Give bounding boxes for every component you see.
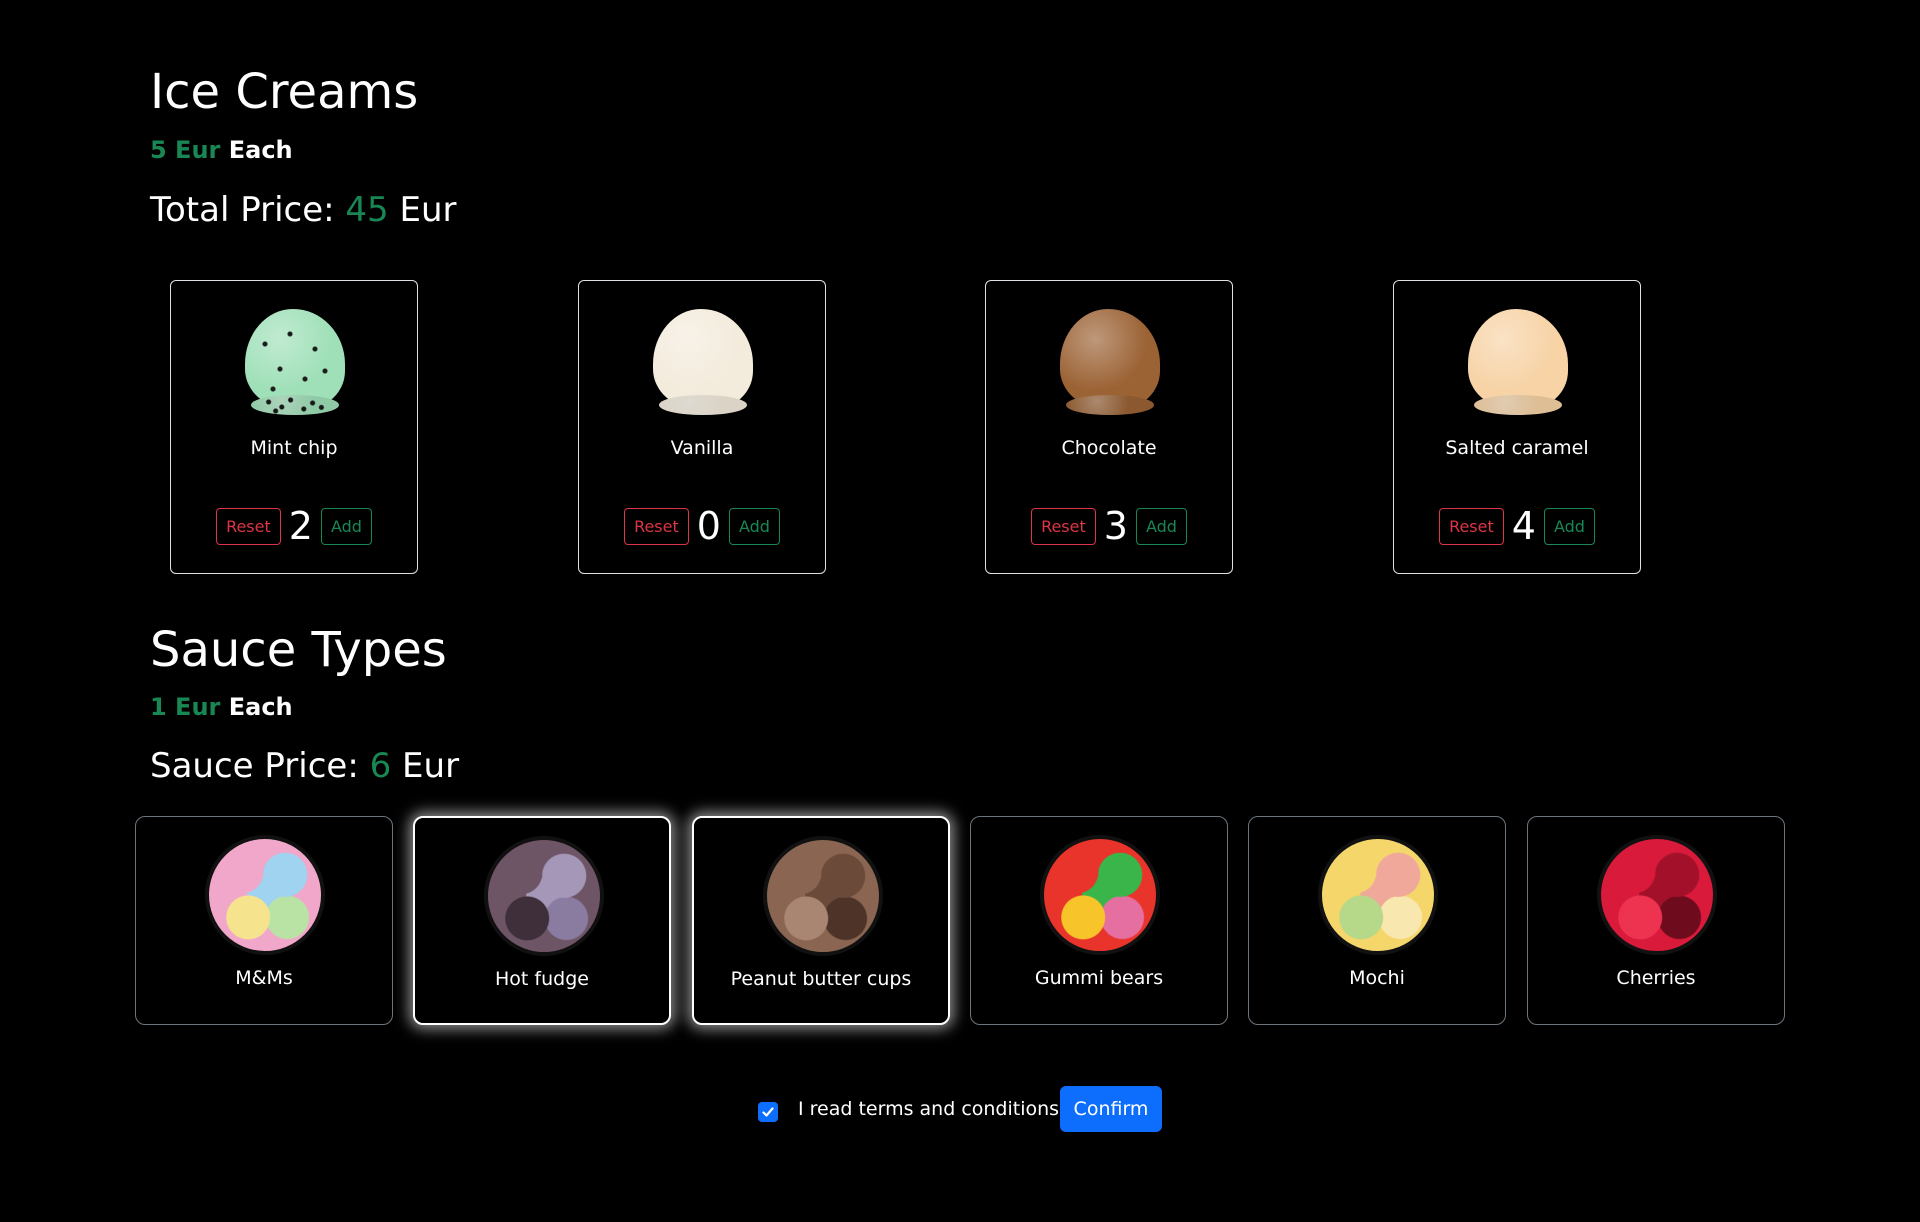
sauce-name: Hot fudge [495, 968, 589, 990]
sauce-image [205, 835, 325, 955]
ice-cream-card-mint-chip: Mint chip Reset 2 Add [170, 280, 418, 574]
ice-cream-controls: Reset 3 Add [986, 507, 1232, 545]
sauce-name: Mochi [1349, 967, 1405, 989]
ice-cream-card-vanilla: Vanilla Reset 0 Add [578, 280, 826, 574]
sauce-types-title: Sauce Types [150, 622, 447, 678]
quantity-value: 0 [696, 504, 721, 548]
sauce-total-price: Sauce Price: 6 Eur [150, 749, 459, 783]
ice-cream-name: Vanilla [670, 437, 734, 459]
ice-cream-unit-price: 5 Eur Each [150, 138, 293, 162]
add-button[interactable]: Add [320, 507, 372, 545]
sauce-unit-price-value: 1 Eur [150, 693, 221, 721]
ice-cream-total-value: 45 [345, 190, 389, 230]
ice-cream-scoop-image [653, 309, 753, 409]
add-button[interactable]: Add [728, 507, 780, 545]
terms-checkbox[interactable] [758, 1102, 778, 1122]
ice-cream-total-currency: Eur [399, 190, 457, 230]
sauce-unit-price-suffix: Each [228, 693, 293, 721]
ice-cream-card-salted-caramel: Salted caramel Reset 4 Add [1393, 280, 1641, 574]
checkmark-icon [762, 1107, 774, 1117]
ice-cream-scoop-image [1468, 309, 1568, 409]
sauce-card-mochi[interactable]: Mochi [1248, 816, 1506, 1025]
sauce-image [484, 836, 604, 956]
quantity-value: 2 [288, 504, 313, 548]
ice-cream-name: Mint chip [250, 437, 338, 459]
sauce-image [1040, 835, 1160, 955]
reset-button[interactable]: Reset [624, 507, 689, 545]
sauce-name: M&Ms [235, 967, 293, 989]
ice-cream-scoop-image [1060, 309, 1160, 409]
sauce-unit-price: 1 Eur Each [150, 695, 293, 719]
add-button[interactable]: Add [1135, 507, 1187, 545]
ice-cream-controls: Reset 0 Add [579, 507, 825, 545]
reset-button[interactable]: Reset [216, 507, 281, 545]
sauce-total-label: Sauce Price: [150, 746, 359, 786]
sauce-card-mms[interactable]: M&Ms [135, 816, 393, 1025]
ice-cream-scoop-image [245, 309, 345, 409]
ice-cream-total-label: Total Price: [150, 190, 335, 230]
sauce-image [763, 836, 883, 956]
confirm-button[interactable]: Confirm [1060, 1086, 1162, 1132]
ice-cream-card-chocolate: Chocolate Reset 3 Add [985, 280, 1233, 574]
sauce-name: Peanut butter cups [730, 968, 912, 990]
sauce-card-gummi-bears[interactable]: Gummi bears [970, 816, 1228, 1025]
add-button[interactable]: Add [1543, 507, 1595, 545]
ice-cream-controls: Reset 2 Add [171, 507, 417, 545]
ice-cream-unit-price-suffix: Each [228, 136, 293, 164]
sauce-card-peanut-butter-cups[interactable]: Peanut butter cups [692, 816, 950, 1025]
sauce-card-cherries[interactable]: Cherries [1527, 816, 1785, 1025]
sauce-image [1318, 835, 1438, 955]
reset-button[interactable]: Reset [1031, 507, 1096, 545]
quantity-value: 4 [1511, 504, 1536, 548]
reset-button[interactable]: Reset [1439, 507, 1504, 545]
sauce-name: Gummi bears [1034, 967, 1164, 989]
sauce-image [1597, 835, 1717, 955]
ice-cream-controls: Reset 4 Add [1394, 507, 1640, 545]
ice-creams-title: Ice Creams [150, 64, 419, 120]
ice-cream-name: Salted caramel [1445, 437, 1589, 459]
quantity-value: 3 [1103, 504, 1128, 548]
terms-label[interactable]: I read terms and conditions [798, 1098, 1059, 1120]
ice-cream-name: Chocolate [1061, 437, 1157, 459]
sauce-name: Cherries [1616, 967, 1696, 989]
ice-cream-unit-price-value: 5 Eur [150, 136, 221, 164]
sauce-total-value: 6 [369, 746, 392, 786]
confirm-footer: I read terms and conditions Confirm [0, 1086, 1920, 1132]
sauce-total-currency: Eur [402, 746, 460, 786]
ice-cream-total-price: Total Price: 45 Eur [150, 193, 457, 227]
sauce-card-hot-fudge[interactable]: Hot fudge [413, 816, 671, 1025]
